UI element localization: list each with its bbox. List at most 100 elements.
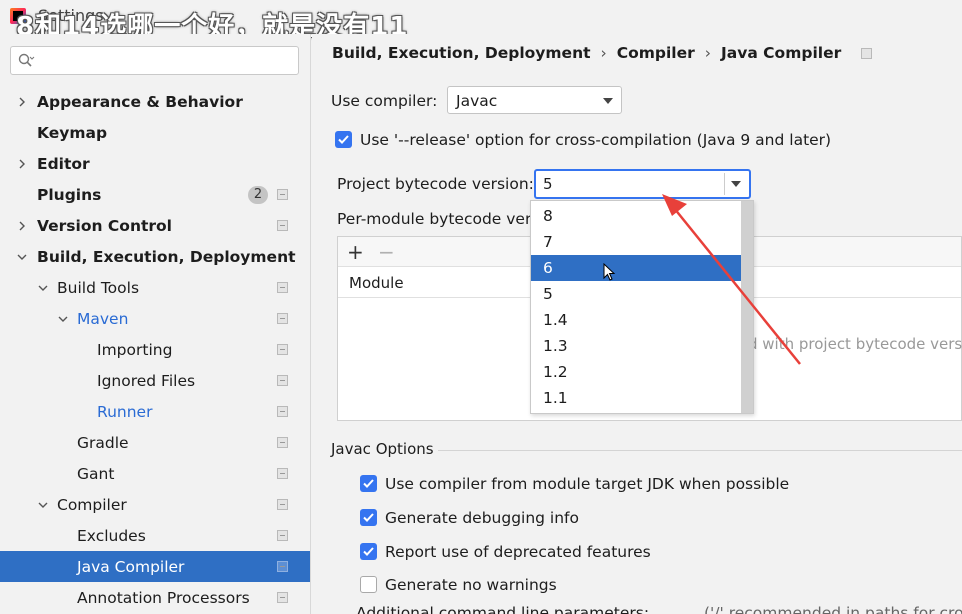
tree-item-version-control[interactable]: Version Control <box>0 210 310 241</box>
tree-item-maven[interactable]: Maven <box>0 303 310 334</box>
breadcrumb-item[interactable]: Compiler <box>617 44 695 62</box>
tree-item-ignored-files[interactable]: Ignored Files <box>0 365 310 396</box>
project-level-icon <box>277 530 288 541</box>
tree-item-annotation-processors[interactable]: Annotation Processors <box>0 582 310 613</box>
dropdown-option[interactable]: 1.2 <box>531 359 741 385</box>
project-level-icon <box>277 344 288 355</box>
chevron-right-icon[interactable] <box>16 220 28 232</box>
bytecode-version-value[interactable]: 5 <box>543 175 553 193</box>
bytecode-version-dropdown[interactable]: 8 7 6 5 1.4 1.3 1.2 1.1 <box>530 200 754 414</box>
javac-option-label: Report use of deprecated features <box>385 543 651 561</box>
dropdown-option-highlighted[interactable]: 6 <box>531 255 741 281</box>
tree-item-label: Compiler <box>57 495 127 514</box>
dropdown-option[interactable]: 7 <box>531 229 741 255</box>
use-compiler-value: Javac <box>456 92 498 110</box>
tree-item-keymap[interactable]: Keymap <box>0 117 310 148</box>
breadcrumb-separator: › <box>704 44 711 62</box>
tree-item-label: Maven <box>77 309 129 328</box>
tree-item-gradle[interactable]: Gradle <box>0 427 310 458</box>
remove-module-button[interactable]: − <box>378 240 395 264</box>
tree-item-runner[interactable]: Runner <box>0 396 310 427</box>
dropdown-arrow-icon[interactable] <box>731 181 741 187</box>
release-option-label: Use '--release' option for cross-compila… <box>360 131 832 149</box>
javac-option-label: Generate debugging info <box>385 509 579 527</box>
tree-item-label: Editor <box>37 154 90 173</box>
tree-item-label: Importing <box>97 340 173 359</box>
tree-item-editor[interactable]: Editor <box>0 148 310 179</box>
project-level-icon <box>277 189 288 200</box>
tree-item-build-execution[interactable]: Build, Execution, Deployment <box>0 241 310 272</box>
checkmark-icon <box>363 547 374 556</box>
breadcrumb-item: Java Compiler <box>720 44 842 62</box>
tree-item-label: Gradle <box>77 433 129 452</box>
dropdown-option[interactable]: 1.3 <box>531 333 741 359</box>
checkmark-icon <box>363 513 374 522</box>
tree-item-java-compiler[interactable]: Java Compiler <box>0 551 310 582</box>
tree-item-build-tools[interactable]: Build Tools <box>0 272 310 303</box>
checkmark-icon <box>363 479 374 488</box>
javac-option-label: Use compiler from module target JDK when… <box>385 475 790 493</box>
debugging-info-checkbox[interactable] <box>360 509 377 526</box>
dropdown-option[interactable]: 1.4 <box>531 307 741 333</box>
chevron-down-icon[interactable] <box>37 282 49 294</box>
chevron-right-icon[interactable] <box>16 158 28 170</box>
javac-option-label: Generate no warnings <box>385 576 557 594</box>
javac-options-title: Javac Options <box>331 440 434 458</box>
breadcrumb: Build, Execution, Deployment › Compiler › Ja… <box>332 44 872 62</box>
breadcrumb-item[interactable]: Build, Execution, Deployment <box>332 44 591 62</box>
tree-item-label: Plugins <box>37 185 102 204</box>
tree-item-appearance[interactable]: Appearance & Behavior <box>0 86 310 117</box>
project-level-icon <box>277 499 288 510</box>
tree-item-label: Java Compiler <box>77 557 185 576</box>
settings-search-input[interactable] <box>10 46 299 75</box>
use-compiler-label: Use compiler: <box>331 92 438 110</box>
project-level-icon <box>860 48 872 59</box>
tree-item-label: Appearance & Behavior <box>37 92 243 111</box>
combo-divider <box>724 173 725 195</box>
updates-badge: 2 <box>248 186 268 204</box>
project-level-icon <box>277 406 288 417</box>
tree-item-excludes[interactable]: Excludes <box>0 520 310 551</box>
deprecated-features-checkbox[interactable] <box>360 543 377 560</box>
bytecode-version-combo[interactable]: 5 <box>534 169 751 199</box>
dropdown-option[interactable]: 8 <box>531 203 741 229</box>
settings-content: Build, Execution, Deployment › Compiler › Ja… <box>312 34 962 614</box>
per-module-label: Per-module bytecode vers <box>337 210 540 228</box>
chevron-down-icon[interactable] <box>16 251 28 263</box>
use-module-jdk-checkbox[interactable] <box>360 475 377 492</box>
empty-table-text: d with project bytecode vers <box>748 335 962 353</box>
release-option-checkbox[interactable] <box>335 131 352 148</box>
checkmark-icon <box>338 135 349 144</box>
project-level-icon <box>277 282 288 293</box>
tree-item-plugins[interactable]: Plugins 2 <box>0 179 310 210</box>
mouse-cursor-icon <box>603 263 616 281</box>
project-level-icon <box>277 437 288 448</box>
dropdown-scrollbar[interactable] <box>741 201 753 413</box>
tree-item-label: Version Control <box>37 216 172 235</box>
use-compiler-select[interactable]: Javac <box>447 86 622 114</box>
breadcrumb-separator: › <box>600 44 607 62</box>
tree-item-importing[interactable]: Importing <box>0 334 310 365</box>
chevron-down-icon[interactable] <box>37 499 49 511</box>
dropdown-arrow-icon <box>603 98 613 104</box>
tree-item-label: Excludes <box>77 526 146 545</box>
tree-item-label: Gant <box>77 464 115 483</box>
title-bar: Settings 8和14选哪一个好，就是没有11 <box>0 0 962 42</box>
dropdown-option[interactable]: 1.1 <box>531 385 741 411</box>
additional-params-label: Additional command line parameters: <box>356 604 650 614</box>
project-level-icon <box>277 561 288 572</box>
tree-item-gant[interactable]: Gant <box>0 458 310 489</box>
tree-item-label: Runner <box>97 402 153 421</box>
add-module-button[interactable]: + <box>347 240 364 264</box>
project-level-icon <box>277 375 288 386</box>
project-level-icon <box>277 592 288 603</box>
tree-item-label: Build Tools <box>57 278 140 297</box>
no-warnings-checkbox[interactable] <box>360 576 377 593</box>
dropdown-option[interactable]: 5 <box>531 281 741 307</box>
project-level-icon <box>277 313 288 324</box>
chevron-down-icon[interactable] <box>57 313 69 325</box>
tree-item-compiler[interactable]: Compiler <box>0 489 310 520</box>
project-level-icon <box>277 468 288 479</box>
settings-sidebar: Appearance & Behavior Keymap Editor Plug… <box>0 34 311 614</box>
chevron-right-icon[interactable] <box>16 96 28 108</box>
